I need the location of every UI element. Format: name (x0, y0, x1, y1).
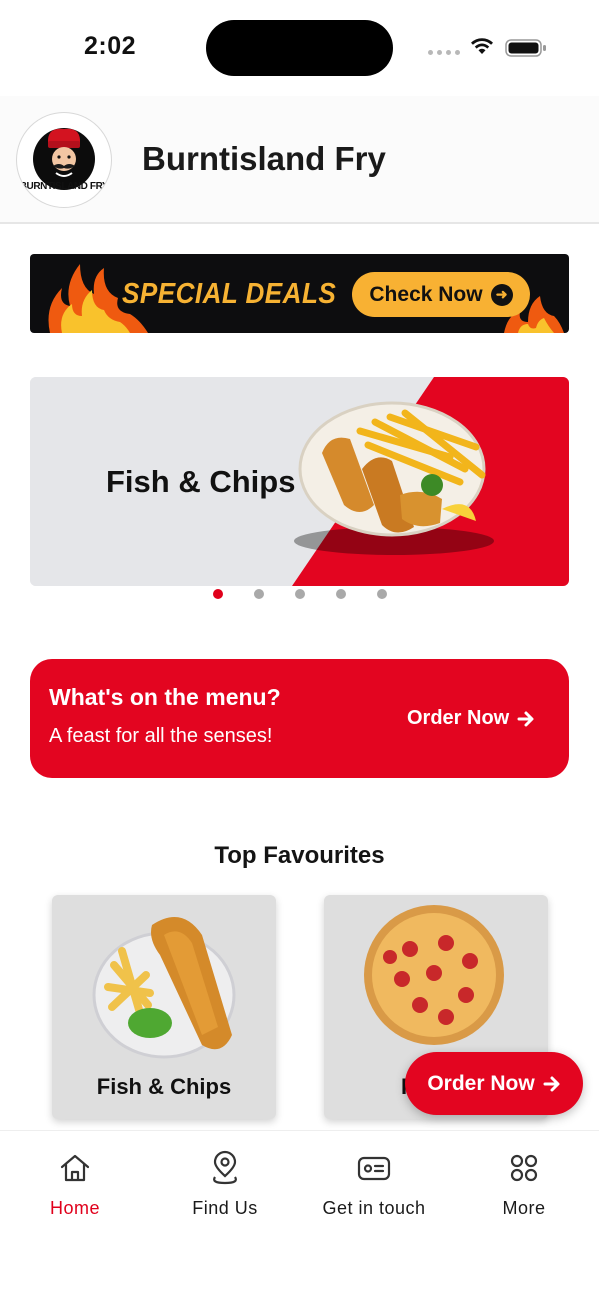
grid-icon (510, 1154, 538, 1182)
status-time: 2:02 (84, 32, 137, 60)
home-icon (60, 1154, 90, 1182)
arrow-right-circle-icon: ➜ (490, 283, 513, 306)
logo-text: BURNTISLAND FRY (19, 181, 109, 192)
deals-text: SPECIAL DEALS (122, 278, 337, 310)
pager-dot[interactable] (377, 589, 387, 599)
tab-home-label: Home (49, 1198, 100, 1218)
pager-dot[interactable] (295, 589, 305, 599)
chef-mascot-icon (33, 128, 95, 190)
hero-title: Fish & Chips (106, 464, 296, 499)
menu-promo-subtitle: A feast for all the senses! (49, 725, 273, 747)
battery-icon (505, 39, 546, 57)
check-now-button[interactable]: Check Now ➜ (352, 272, 530, 317)
arrow-right-icon (517, 711, 534, 726)
pager-dot[interactable] (254, 589, 264, 599)
location-pin-icon (213, 1150, 237, 1185)
tab-more-label: More (502, 1198, 546, 1218)
floating-order-now-button[interactable]: Order Now (405, 1052, 583, 1115)
check-now-label: Check Now (369, 282, 483, 306)
page-title: Burntisland Fry (142, 140, 386, 177)
pager-dot-active[interactable] (213, 589, 223, 599)
signal-dots-icon (428, 50, 460, 55)
floating-order-now-label: Order Now (427, 1071, 535, 1095)
carousel-pager[interactable] (213, 589, 387, 599)
tab-get-in-touch-label: Get in touch (322, 1198, 426, 1218)
dynamic-island (206, 20, 393, 76)
favourites-heading: Top Favourites (214, 842, 385, 869)
contact-card-icon (357, 1156, 391, 1181)
tab-home[interactable]: Home (0, 1150, 150, 1219)
brand-logo[interactable]: BURNTISLAND FRY (16, 112, 112, 208)
arrow-right-icon (543, 1076, 560, 1091)
pager-dot[interactable] (336, 589, 346, 599)
tab-find-us-label: Find Us (192, 1198, 258, 1218)
tab-get-in-touch[interactable]: Get in touch (299, 1150, 449, 1219)
menu-order-now-link[interactable]: Order Now (407, 707, 535, 730)
tab-more[interactable]: More (449, 1150, 599, 1219)
tab-find-us[interactable]: Find Us (150, 1150, 300, 1219)
favourite-name-fish-chips: Fish & Chips (96, 1074, 232, 1099)
menu-order-now-label: Order Now (407, 707, 510, 729)
wifi-icon (471, 38, 493, 54)
menu-promo-title: What's on the menu? (49, 684, 281, 710)
